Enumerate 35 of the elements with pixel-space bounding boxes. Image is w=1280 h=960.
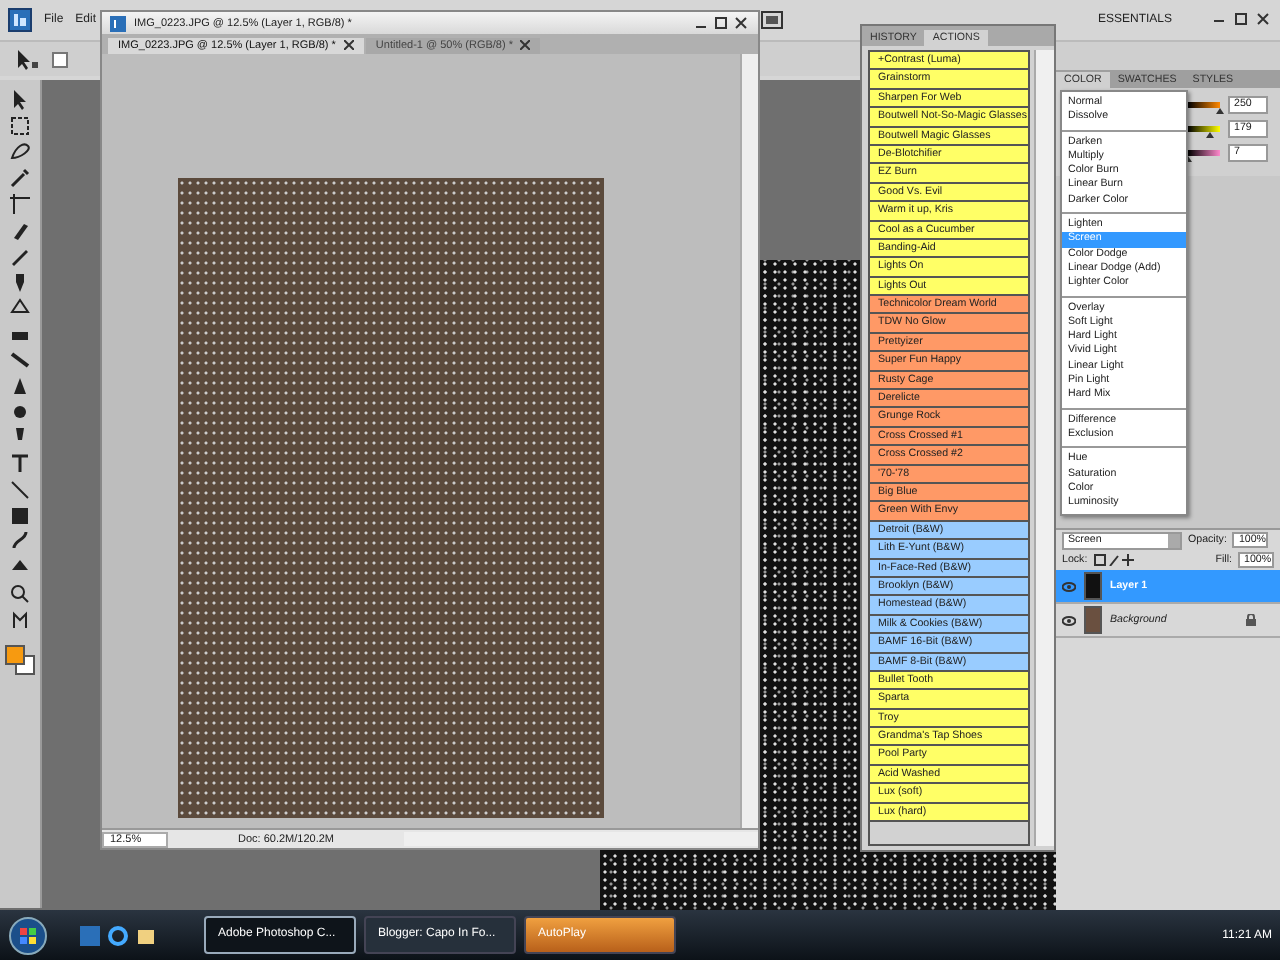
color-slider[interactable] — [1188, 126, 1220, 132]
close-icon[interactable] — [343, 40, 354, 50]
tool-icon[interactable] — [6, 294, 34, 318]
checkbox[interactable] — [52, 51, 68, 67]
lock-options-icon[interactable] — [1093, 554, 1138, 566]
tool-icon[interactable] — [6, 580, 34, 604]
move-tool-icon[interactable] — [12, 47, 40, 71]
tool-icon[interactable] — [6, 138, 34, 162]
app-launcher-icon[interactable] — [80, 925, 100, 945]
lock-icon — [1246, 614, 1256, 626]
tool-icon[interactable] — [6, 112, 34, 136]
folder-icon[interactable] — [136, 925, 156, 945]
window-controls-icon[interactable] — [694, 16, 750, 30]
app-logo-icon — [8, 8, 32, 32]
vertical-scrollbar[interactable] — [1034, 50, 1054, 846]
window-controls-icon[interactable] — [1212, 12, 1272, 28]
color-slider[interactable] — [1188, 102, 1220, 108]
vertical-scrollbar[interactable] — [740, 54, 758, 828]
tool-icon[interactable] — [6, 164, 34, 188]
eye-icon[interactable] — [1062, 581, 1076, 591]
horizontal-scrollbar[interactable] — [404, 832, 758, 846]
layer-thumbnail — [1084, 572, 1102, 600]
color-swatches-icon[interactable] — [4, 644, 36, 676]
screen-mode-icon[interactable] — [757, 10, 786, 30]
tool-icon[interactable] — [6, 502, 34, 526]
tool-icon[interactable] — [6, 450, 34, 474]
eye-icon[interactable] — [1062, 615, 1076, 625]
tool-icon[interactable] — [6, 190, 34, 214]
app-icon — [110, 15, 126, 31]
layer-thumbnail — [1084, 606, 1102, 634]
close-icon[interactable] — [520, 40, 531, 50]
tool-icon[interactable] — [6, 476, 34, 500]
start-button[interactable] — [8, 915, 48, 955]
slider-thumb[interactable] — [1206, 132, 1215, 138]
browser-icon[interactable] — [108, 925, 128, 945]
